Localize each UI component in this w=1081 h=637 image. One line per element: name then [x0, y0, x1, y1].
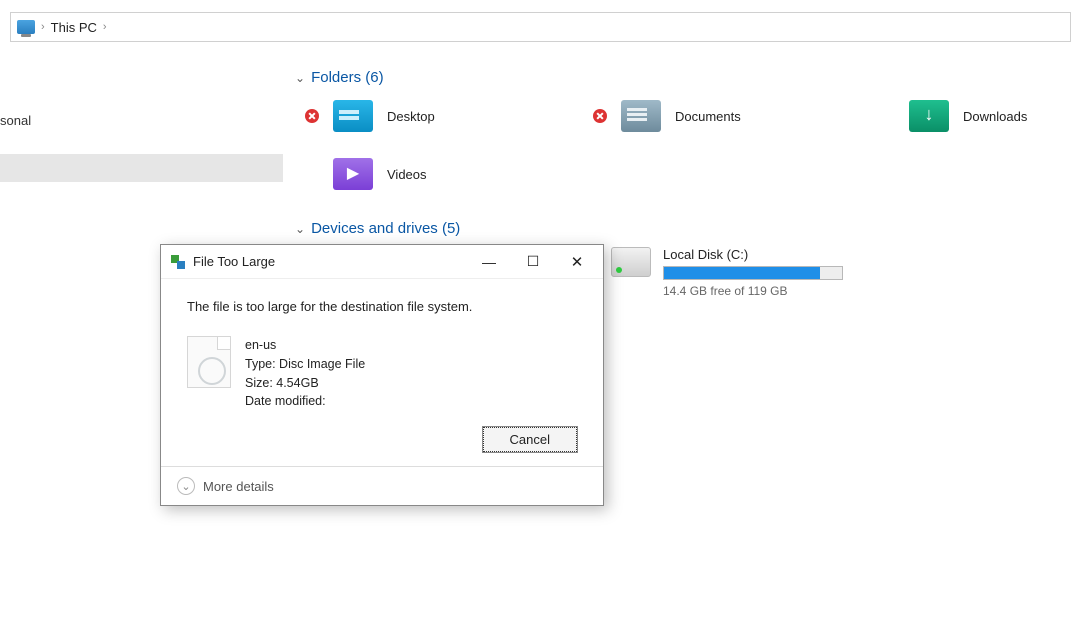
- dialog-message: The file is too large for the destinatio…: [187, 299, 577, 314]
- dialog-buttons: Cancel: [187, 427, 577, 452]
- pc-icon: [17, 20, 35, 34]
- folder-item-videos[interactable]: Videos: [305, 154, 565, 194]
- disc-image-icon: [187, 336, 231, 388]
- dialog-footer[interactable]: ⌄ More details: [161, 466, 603, 505]
- window-controls: ― ☐ ✕: [467, 247, 599, 277]
- folder-icon: [333, 100, 373, 132]
- dialog-titlebar[interactable]: File Too Large ― ☐ ✕: [161, 245, 603, 279]
- cancel-button[interactable]: Cancel: [483, 427, 577, 452]
- disk-icon: [611, 247, 651, 277]
- file-meta: en-us Type: Disc Image File Size: 4.54GB…: [245, 336, 365, 411]
- capacity-text: 14.4 GB free of 119 GB: [663, 284, 843, 298]
- sidebar-item-label: sonal: [0, 113, 31, 128]
- section-title: Devices and drives (5): [311, 220, 460, 237]
- file-modified: Date modified:: [245, 392, 365, 411]
- folder-item-documents[interactable]: Documents: [593, 96, 853, 136]
- address-bar[interactable]: › This PC ›: [10, 12, 1071, 42]
- sync-error-icon: [593, 109, 607, 123]
- file-details: en-us Type: Disc Image File Size: 4.54GB…: [187, 336, 577, 411]
- capacity-fill: [664, 267, 820, 279]
- close-button[interactable]: ✕: [555, 247, 599, 277]
- section-title: Folders (6): [311, 69, 384, 86]
- capacity-bar: [663, 266, 843, 280]
- chevron-right-icon: ›: [41, 21, 45, 33]
- chevron-down-icon: ⌄: [177, 477, 195, 495]
- breadcrumb-location[interactable]: This PC: [51, 20, 97, 35]
- copy-icon: [171, 255, 185, 269]
- folder-label: Videos: [387, 167, 427, 182]
- sidebar-item-selected[interactable]: [0, 154, 283, 182]
- folder-label: Desktop: [387, 109, 435, 124]
- folder-item-downloads[interactable]: Downloads: [881, 96, 1081, 136]
- drive-label: Local Disk (C:): [663, 247, 843, 262]
- drive-item-local-c[interactable]: Local Disk (C:) 14.4 GB free of 119 GB: [611, 247, 843, 298]
- file-type: Type: Disc Image File: [245, 355, 365, 374]
- chevron-down-icon: ⌄: [295, 71, 305, 85]
- dialog-body: The file is too large for the destinatio…: [161, 279, 603, 466]
- chevron-right-icon: ›: [103, 21, 107, 33]
- file-name: en-us: [245, 336, 365, 355]
- file-size: Size: 4.54GB: [245, 374, 365, 393]
- drives-section-header[interactable]: ⌄ Devices and drives (5): [295, 220, 1081, 237]
- folder-icon: [909, 100, 949, 132]
- maximize-button[interactable]: ☐: [511, 247, 555, 277]
- more-details-label: More details: [203, 479, 274, 494]
- sync-error-icon: [305, 109, 319, 123]
- minimize-button[interactable]: ―: [467, 247, 511, 277]
- folder-item-desktop[interactable]: Desktop: [305, 96, 565, 136]
- folder-icon: [333, 158, 373, 190]
- folder-icon: [621, 100, 661, 132]
- folder-label: Downloads: [963, 109, 1027, 124]
- chevron-down-icon: ⌄: [295, 222, 305, 236]
- drive-info: Local Disk (C:) 14.4 GB free of 119 GB: [663, 247, 843, 298]
- folder-label: Documents: [675, 109, 741, 124]
- folders-section-header[interactable]: ⌄ Folders (6): [295, 69, 1081, 86]
- error-dialog: File Too Large ― ☐ ✕ The file is too lar…: [160, 244, 604, 506]
- sidebar-item-personal[interactable]: sonal: [0, 55, 283, 136]
- folders-grid: Desktop Documents Downloads Videos: [305, 96, 1081, 194]
- dialog-title: File Too Large: [193, 254, 275, 269]
